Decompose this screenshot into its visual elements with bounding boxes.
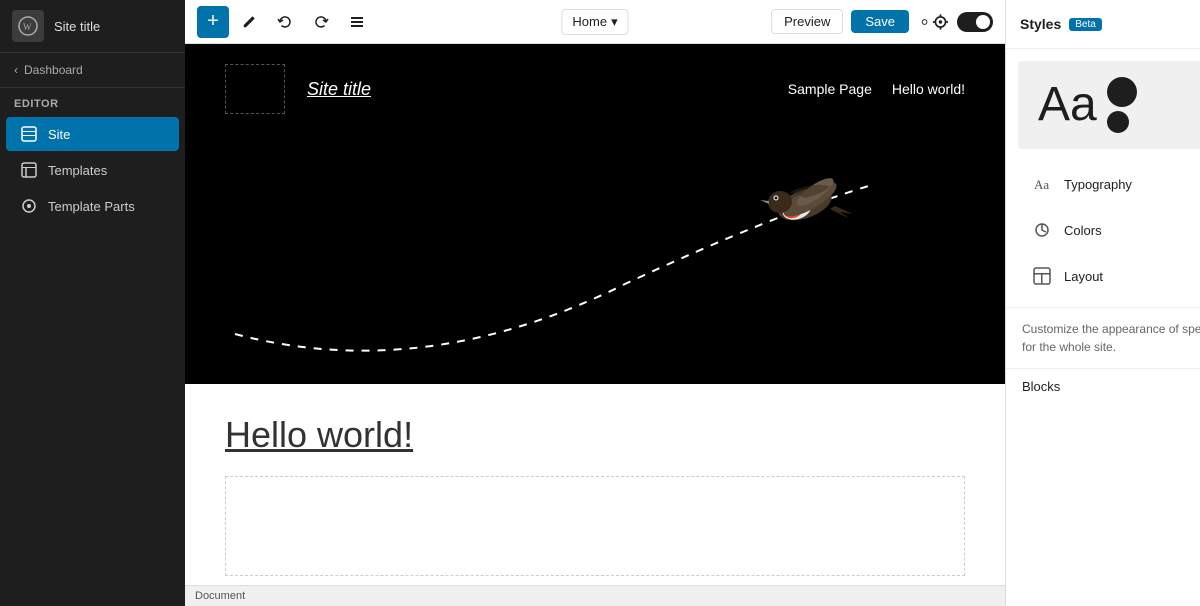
preview-button[interactable]: Preview xyxy=(771,9,843,34)
hero-nav-item-1: Sample Page xyxy=(788,81,872,97)
home-label: Home xyxy=(572,14,607,29)
right-panel: Styles Beta ⋯ ✕ Aa Aa Typography Colors … xyxy=(1005,0,1200,606)
dropdown-arrow-icon: ▾ xyxy=(611,14,618,30)
dark-mode-toggle[interactable] xyxy=(957,12,993,32)
home-button[interactable]: Home ▾ xyxy=(561,9,628,35)
content-section: Hello world! xyxy=(185,384,1005,585)
sidebar: W Site title ‹ Dashboard Editor Site Tem… xyxy=(0,0,185,606)
main-area: + Home ▾ Preview Save xyxy=(185,0,1005,606)
undo-button[interactable] xyxy=(269,6,301,38)
post-title: Hello world! xyxy=(225,414,965,456)
layout-icon xyxy=(1030,264,1054,288)
toolbar-right: Preview Save xyxy=(771,6,993,38)
sidebar-item-templates-label: Templates xyxy=(48,163,107,178)
toolbar-center: Home ▾ xyxy=(561,9,628,35)
sidebar-header: W Site title xyxy=(0,0,185,53)
settings-button[interactable] xyxy=(917,6,949,38)
panel-header: Styles Beta ⋯ ✕ xyxy=(1006,0,1200,49)
canvas-footer: Document xyxy=(185,585,1005,606)
wp-logo[interactable]: W xyxy=(12,10,44,42)
dashboard-link[interactable]: ‹ Dashboard xyxy=(0,53,185,88)
customize-description: Customize the appearance of specific blo… xyxy=(1006,307,1200,368)
list-view-button[interactable] xyxy=(341,6,373,38)
svg-text:W: W xyxy=(23,22,32,32)
style-option-colors[interactable]: Colors xyxy=(1014,208,1200,252)
style-preview-typography: Aa xyxy=(1038,81,1097,129)
document-label: Document xyxy=(195,590,245,602)
save-button[interactable]: Save xyxy=(851,10,909,33)
chevron-left-icon: ‹ xyxy=(14,63,18,77)
templates-icon xyxy=(20,161,38,179)
style-preview: Aa xyxy=(1018,61,1200,149)
panel-title: Styles xyxy=(1020,16,1061,32)
dashboard-link-label: Dashboard xyxy=(24,63,83,77)
style-preview-colors xyxy=(1107,77,1137,133)
style-option-colors-label: Colors xyxy=(1064,223,1102,238)
sidebar-item-templates[interactable]: Templates xyxy=(6,153,179,187)
style-option-typography-label: Typography xyxy=(1064,177,1132,192)
color-dot-small xyxy=(1107,111,1129,133)
sidebar-item-template-parts[interactable]: Template Parts xyxy=(6,189,179,223)
style-option-layout-label: Layout xyxy=(1064,269,1103,284)
bird-animation-container xyxy=(225,134,965,354)
content-placeholder xyxy=(225,476,965,576)
canvas[interactable]: Site title Sample Page Hello world! xyxy=(185,44,1005,585)
style-option-layout[interactable]: Layout xyxy=(1014,254,1200,298)
redo-button[interactable] xyxy=(305,6,337,38)
blocks-row[interactable]: Blocks › xyxy=(1006,368,1200,404)
hero-navigation: Sample Page Hello world! xyxy=(788,81,965,97)
svg-text:Aa: Aa xyxy=(1034,177,1049,192)
sidebar-item-site-label: Site xyxy=(48,127,70,142)
sidebar-site-title: Site title xyxy=(54,19,100,34)
editor-section-label: Editor xyxy=(0,88,185,116)
style-option-typography[interactable]: Aa Typography xyxy=(1014,162,1200,206)
typography-icon: Aa xyxy=(1030,172,1054,196)
beta-badge: Beta xyxy=(1069,18,1102,31)
color-dot-large xyxy=(1107,77,1137,107)
hero-nav-item-2: Hello world! xyxy=(892,81,965,97)
hero-section: Site title Sample Page Hello world! xyxy=(185,44,1005,384)
canvas-inner: Site title Sample Page Hello world! xyxy=(185,44,1005,585)
sidebar-item-site[interactable]: Site xyxy=(6,117,179,151)
site-logo-placeholder xyxy=(225,64,285,114)
colors-icon xyxy=(1030,218,1054,242)
template-parts-icon xyxy=(20,197,38,215)
sidebar-item-template-parts-label: Template Parts xyxy=(48,199,135,214)
blocks-label: Blocks xyxy=(1022,379,1060,394)
toolbar: + Home ▾ Preview Save xyxy=(185,0,1005,44)
hero-header: Site title Sample Page Hello world! xyxy=(225,64,965,114)
edit-mode-button[interactable] xyxy=(233,6,265,38)
add-block-button[interactable]: + xyxy=(197,6,229,38)
site-icon xyxy=(20,125,38,143)
canvas-site-title: Site title xyxy=(307,79,371,100)
